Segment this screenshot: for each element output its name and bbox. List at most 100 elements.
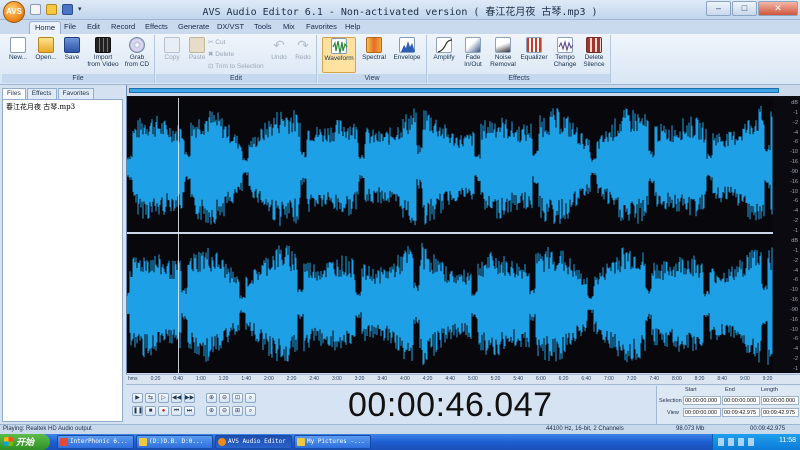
window-title: AVS Audio Editor 6.1 - Non-activated ver… (202, 7, 598, 18)
copy-button[interactable]: Copy (158, 37, 186, 61)
tab-help[interactable]: Help (340, 21, 365, 34)
task-avs-audio-editor[interactable]: AVS Audio Editor (215, 435, 292, 449)
selection-end-field[interactable]: 00:00:00.000 (722, 396, 760, 405)
view-length-field[interactable]: 00:09:42.975 (761, 408, 799, 417)
equalizer-button[interactable]: Equalizer (519, 37, 549, 61)
tab-panel-effects[interactable]: Effects (26, 88, 57, 99)
spectral-icon (366, 37, 382, 53)
tab-file[interactable]: File (59, 21, 81, 34)
start-button[interactable]: 开始 (0, 434, 50, 450)
go-start-button[interactable]: ⏮ (171, 406, 182, 416)
tab-favorites[interactable]: Favorites (301, 21, 342, 34)
redo-button[interactable]: ↷ Redo (292, 37, 314, 61)
tab-panel-favorites[interactable]: Favorites (57, 88, 95, 99)
tab-effects[interactable]: Effects (140, 21, 173, 34)
rewind-button[interactable]: ◀◀ (171, 393, 182, 403)
save-button[interactable]: Save (58, 37, 86, 61)
zoom-selection-icon[interactable]: ⌕ (245, 393, 256, 403)
window-controls: – □ ✕ (706, 1, 798, 16)
close-button[interactable]: ✕ (758, 1, 798, 16)
zoom-fit-icon[interactable]: ⊡ (232, 393, 243, 403)
spectral-button[interactable]: Spectral (359, 37, 389, 61)
tray-icons[interactable] (718, 438, 758, 446)
time-tick-label: 7:40 (649, 376, 660, 382)
play-selection-button[interactable]: ▷ (158, 393, 169, 403)
amplify-button[interactable]: Amplify (430, 37, 458, 61)
tab-record[interactable]: Record (106, 21, 140, 34)
tab-dxvst[interactable]: DX/VST (212, 21, 249, 34)
minimize-button[interactable]: – (706, 1, 731, 16)
tempo-change-button[interactable]: Tempo Change (551, 37, 579, 68)
time-ruler[interactable]: hms 0:20 0:40 1:00 1:20 1:40 2:00 2:20 2:40 3:00 3… (126, 374, 800, 384)
scroll-thumb[interactable] (129, 88, 779, 93)
zoom-in-v-icon[interactable]: ⊕ (206, 406, 217, 416)
tab-generate[interactable]: Generate (173, 21, 214, 34)
zoom-out-h-icon[interactable]: ⊖ (219, 393, 230, 403)
db-tick-label: -1 (793, 247, 798, 254)
zoom-reset-icon[interactable]: ⌕ (245, 406, 256, 416)
copy-icon (164, 37, 180, 53)
import-from-video-button[interactable]: Import from Video (86, 37, 120, 68)
app-menu-orb[interactable]: AVS (3, 1, 25, 23)
envelope-button[interactable]: Envelope (391, 37, 423, 61)
pause-button[interactable]: ❚❚ (132, 406, 143, 416)
task-interphonic[interactable]: InterPhonic 6... (57, 435, 134, 449)
clock: 11:58 (779, 437, 796, 444)
db-tick-label: -16 (790, 297, 798, 304)
amplify-icon (436, 37, 453, 53)
maximize-button[interactable]: □ (732, 1, 757, 16)
status-bar: Playing: Realtek HD Audio output 44100 H… (0, 424, 800, 434)
tab-mix[interactable]: Mix (278, 21, 300, 34)
delete-silence-button[interactable]: Delete Silence (580, 37, 608, 68)
film-icon (95, 37, 111, 53)
fade-in-out-button[interactable]: Fade In/Out (459, 37, 487, 68)
loop-button[interactable]: ⇆ (145, 393, 156, 403)
effects-group: Amplify Fade In/Out Noise Removal Equali… (428, 35, 611, 83)
task-explorer-d[interactable]: (D:)D.B. D:0... (136, 435, 213, 449)
channel-right-waveform[interactable] (127, 235, 773, 373)
zoom-out-v-icon[interactable]: ⊖ (219, 406, 230, 416)
zoom-full-icon[interactable]: ⊞ (232, 406, 243, 416)
task-my-pictures[interactable]: My Pictures -... (294, 435, 371, 449)
noise-removal-button[interactable]: Noise Removal (488, 37, 518, 68)
cut-button[interactable]: ✂ Cut (208, 38, 225, 47)
stop-button[interactable]: ■ (145, 406, 156, 416)
new-button[interactable]: New... (4, 37, 32, 61)
channel-left-waveform[interactable] (127, 98, 773, 236)
paste-button[interactable]: Paste (183, 37, 211, 61)
db-tick-label: -16 (790, 316, 798, 323)
waveform-button[interactable]: Waveform (322, 37, 356, 73)
new-file-icon (10, 37, 26, 53)
time-tick-label: 2:40 (309, 376, 320, 382)
trim-to-selection-button[interactable]: ⊡ Trim to Selection (208, 62, 264, 71)
forward-button[interactable]: ▶▶ (184, 393, 195, 403)
grab-from-cd-button[interactable]: Grab from CD (122, 37, 152, 68)
audio-format: 44100 Hz, 16-bit, 2 Channels (546, 426, 624, 432)
selection-length-field[interactable]: 00:00:00.000 (761, 396, 799, 405)
playback-status: Playing: Realtek HD Audio output (3, 426, 92, 432)
overview-scrollbar[interactable] (127, 85, 800, 96)
view-start-field[interactable]: 00:00:00.000 (683, 408, 721, 417)
playback-cursor[interactable] (178, 98, 179, 374)
go-end-button[interactable]: ⏭ (184, 406, 195, 416)
time-tick-label: 0:40 (173, 376, 184, 382)
delete-button[interactable]: ✖ Delete (208, 50, 234, 59)
view-end-field[interactable]: 00:09:42.975 (722, 408, 760, 417)
open-button[interactable]: Open... (32, 37, 60, 61)
tab-edit[interactable]: Edit (82, 21, 105, 34)
selection-start-field[interactable]: 00:00:00.000 (683, 396, 721, 405)
db-tick-label: -90 (790, 168, 798, 175)
tab-home[interactable]: Home (29, 21, 62, 34)
zoom-in-h-icon[interactable]: ⊕ (206, 393, 217, 403)
delete-silence-icon (586, 37, 602, 53)
time-tick-label: 0:20 (150, 376, 161, 382)
undo-button[interactable]: ↶ Undo (268, 37, 290, 61)
waveform-editor[interactable]: dB -1 -2 -4 -6 -10 -16 -90 -16 -10 -6 -4 -2 -1 dB -1 -2 -… (126, 85, 800, 384)
tab-tools[interactable]: Tools (249, 21, 277, 34)
list-item[interactable]: 春江花月夜 古琴.mp3 (6, 102, 75, 112)
play-button[interactable]: ▶ (132, 393, 143, 403)
db-tick-label: -4 (793, 267, 798, 274)
record-button[interactable]: ● (158, 406, 169, 416)
tab-files[interactable]: Files (2, 88, 26, 99)
total-duration: 00:09:42.975 (750, 426, 786, 432)
